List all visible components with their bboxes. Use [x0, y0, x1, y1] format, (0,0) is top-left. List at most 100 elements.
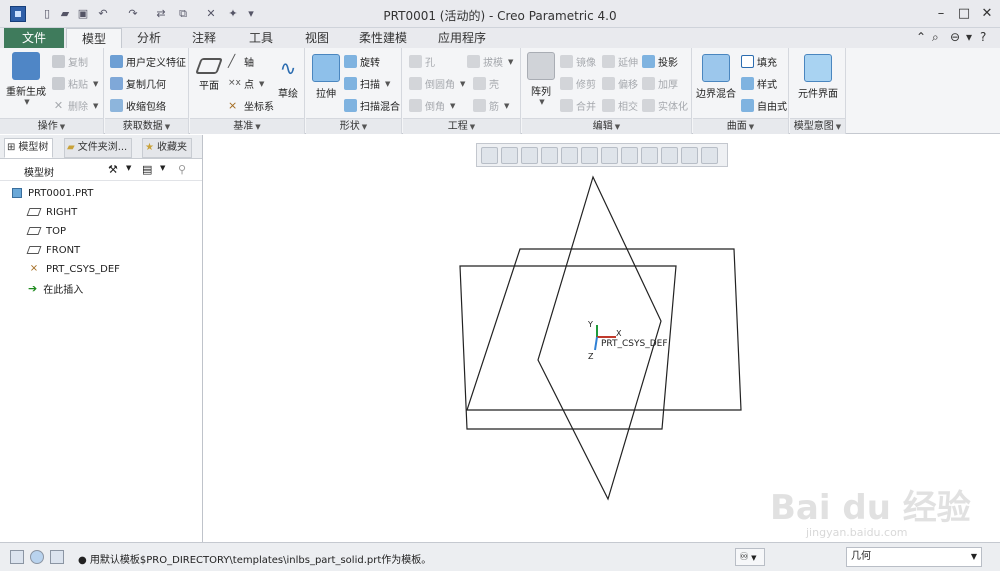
- fill-button[interactable]: 填充: [741, 54, 777, 69]
- udf-button[interactable]: 用户定义特征: [110, 54, 186, 69]
- regenerate-dropdown-icon[interactable]: ▼: [6, 98, 48, 106]
- chamfer-button[interactable]: 倒角 ▼: [409, 98, 455, 113]
- round-label: 倒圆角: [425, 80, 455, 91]
- tree-item-part[interactable]: PRT0001.PRT: [12, 184, 93, 202]
- full-screen-icon[interactable]: [50, 550, 64, 564]
- rib-button[interactable]: 筋 ▼: [473, 98, 509, 113]
- group-surfaces-label[interactable]: 曲面 ▼: [693, 118, 788, 134]
- group-operations-label[interactable]: 操作 ▼: [0, 118, 103, 134]
- draft-dropdown-icon: ▼: [508, 57, 514, 66]
- datum-plane-top[interactable]: [466, 248, 742, 411]
- tab-model-tree[interactable]: ⊞ 模型树: [4, 138, 54, 158]
- maximize-button[interactable]: □: [953, 5, 975, 23]
- tree-item-front[interactable]: FRONT: [26, 241, 80, 259]
- round-button[interactable]: 倒圆角 ▼: [409, 76, 465, 91]
- group-get-data-label[interactable]: 获取数据 ▼: [105, 118, 188, 134]
- tab-file[interactable]: 文件: [4, 28, 64, 48]
- group-datum-label[interactable]: 基准 ▼: [190, 118, 304, 134]
- binoculars-icon: ♾: [739, 550, 749, 563]
- intersect-button[interactable]: 相交: [602, 98, 638, 113]
- tab-analysis[interactable]: 分析: [124, 28, 174, 48]
- group-shapes-label[interactable]: 形状 ▼: [306, 118, 401, 134]
- mirror-button[interactable]: 镜像: [560, 54, 596, 69]
- minimize-button[interactable]: –: [930, 5, 952, 23]
- tree-item-insert-here[interactable]: ➔ 在此插入: [28, 279, 83, 297]
- tab-flexible-modeling[interactable]: 柔性建模: [346, 28, 420, 48]
- show-navigator-icon[interactable]: [10, 550, 24, 564]
- intersect-label: 相交: [618, 102, 638, 113]
- help-center-icon[interactable]: ⊖: [950, 30, 960, 44]
- style-button[interactable]: 样式: [741, 76, 777, 91]
- delete-button[interactable]: ✕ 删除 ▼: [52, 98, 99, 113]
- sketch-button[interactable]: ∿ 草绘: [274, 54, 302, 100]
- extend-button[interactable]: 延伸: [602, 54, 638, 69]
- sweep-button[interactable]: 扫描 ▼: [344, 76, 390, 91]
- hole-button[interactable]: 孔: [409, 54, 435, 69]
- tab-folder-browser[interactable]: ▰ 文件夹浏...: [64, 138, 133, 158]
- offset-icon: [602, 77, 615, 90]
- tab-favorites[interactable]: ★ 收藏夹: [142, 138, 192, 158]
- plane-button[interactable]: 平面: [194, 54, 224, 92]
- find-button[interactable]: ♾ ▼: [735, 548, 765, 566]
- panel-tabs: ⊞ 模型树 ▰ 文件夹浏... ★ 收藏夹: [0, 135, 202, 159]
- boundary-blend-button[interactable]: 边界混合: [695, 54, 737, 100]
- revolve-button[interactable]: 旋转: [344, 54, 380, 69]
- tree-item-csys[interactable]: ⨯ PRT_CSYS_DEF: [28, 260, 120, 278]
- solidify-button[interactable]: 实体化: [642, 98, 688, 113]
- group-editing-label[interactable]: 编辑 ▼: [522, 118, 691, 134]
- trim-label: 修剪: [576, 80, 596, 91]
- freestyle-button[interactable]: 自由式: [741, 98, 787, 113]
- rib-dropdown-icon: ▼: [504, 101, 510, 110]
- tab-annotate[interactable]: 注释: [178, 28, 230, 48]
- tree-filter-icon[interactable]: ⚲: [178, 163, 186, 176]
- paste-label: 粘贴: [68, 80, 88, 91]
- tree-item-right[interactable]: RIGHT: [26, 203, 77, 221]
- trim-button[interactable]: 修剪: [560, 76, 596, 91]
- tab-tools[interactable]: 工具: [236, 28, 286, 48]
- csys-button[interactable]: ⨯ 坐标系: [228, 98, 274, 113]
- csys-triad[interactable]: Y X Z PRT_CSYS_DEF: [587, 320, 668, 361]
- selection-filter-dropdown[interactable]: 几何 ▼: [846, 547, 982, 567]
- tab-applications[interactable]: 应用程序: [426, 28, 498, 48]
- left-panel: ⊞ 模型树 ▰ 文件夹浏... ★ 收藏夹 模型树 ⚒ ▼ ▤ ▼ ⚲ PRT0…: [0, 135, 203, 542]
- pattern-button[interactable]: 阵列 ▼: [526, 52, 556, 106]
- tree-settings-dropdown-icon[interactable]: ▼: [126, 164, 131, 172]
- component-interface-button[interactable]: 元件界面: [794, 54, 842, 100]
- shrinkwrap-button[interactable]: 收缩包络: [110, 98, 166, 113]
- close-button[interactable]: ✕: [976, 5, 998, 23]
- merge-button[interactable]: 合并: [560, 98, 596, 113]
- tree-toolbar: 模型树 ⚒ ▼ ▤ ▼ ⚲: [0, 159, 202, 181]
- merge-label: 合并: [576, 102, 596, 113]
- tree-item-top[interactable]: TOP: [26, 222, 66, 240]
- freestyle-label: 自由式: [757, 102, 787, 113]
- project-button[interactable]: 投影: [642, 54, 678, 69]
- paste-button[interactable]: 粘贴 ▼: [52, 76, 98, 91]
- tree-settings-icon[interactable]: ⚒: [108, 163, 118, 176]
- draft-button[interactable]: 拔模 ▼: [467, 54, 513, 69]
- copy-button[interactable]: 复制: [52, 54, 88, 69]
- swept-blend-button[interactable]: 扫描混合: [344, 98, 400, 113]
- collapse-ribbon-icon[interactable]: ⌃: [916, 30, 926, 44]
- point-button[interactable]: ×x 点 ▼: [228, 76, 264, 91]
- regenerate-button[interactable]: 重新生成 ▼: [4, 52, 48, 106]
- show-browser-icon[interactable]: [30, 550, 44, 564]
- group-model-intent-label[interactable]: 模型意图 ▼: [790, 118, 845, 134]
- pattern-dropdown-icon[interactable]: ▼: [528, 98, 556, 106]
- search-icon[interactable]: ⌕: [932, 30, 939, 45]
- group-operations: 重新生成 ▼ 复制 粘贴 ▼ ✕ 删除 ▼ 操作 ▼: [0, 48, 104, 134]
- help-dropdown-icon[interactable]: ▾: [966, 30, 972, 44]
- tree-show-dropdown-icon[interactable]: ▼: [160, 164, 165, 172]
- tree-show-icon[interactable]: ▤: [142, 163, 152, 176]
- copy-geometry-button[interactable]: 复制几何: [110, 76, 166, 91]
- extrude-button[interactable]: 拉伸: [310, 54, 342, 100]
- tab-view[interactable]: 视图: [292, 28, 342, 48]
- thicken-button[interactable]: 加厚: [642, 76, 678, 91]
- selection-filter-value: 几何: [851, 551, 871, 562]
- tab-model[interactable]: 模型: [66, 28, 122, 48]
- shell-button[interactable]: 壳: [473, 76, 499, 91]
- group-engineering-label[interactable]: 工程 ▼: [403, 118, 520, 134]
- offset-button[interactable]: 偏移: [602, 76, 638, 91]
- chamfer-dropdown-icon: ▼: [450, 101, 456, 110]
- axis-button[interactable]: ╱ 轴: [228, 54, 254, 70]
- help-icon[interactable]: ?: [980, 30, 986, 44]
